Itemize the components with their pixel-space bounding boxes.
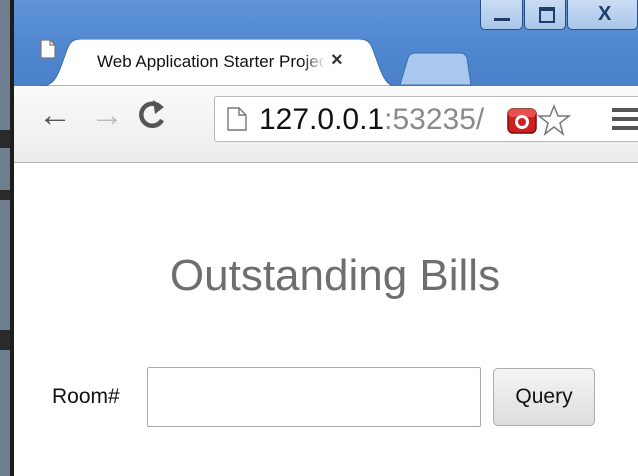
minimize-icon [494, 18, 510, 21]
desktop-edge [0, 0, 10, 476]
bookmark-star-icon[interactable] [537, 103, 571, 137]
room-input[interactable] [147, 367, 481, 427]
close-icon: X [598, 3, 612, 25]
new-tab-button[interactable] [396, 52, 472, 86]
url-text: 127.0.0.1:53235/ [259, 103, 485, 136]
page-icon [227, 107, 247, 131]
page-icon [40, 39, 56, 59]
room-label: Room# [52, 385, 120, 408]
reload-icon[interactable] [134, 96, 168, 134]
minimize-button[interactable] [480, 0, 523, 30]
close-window-button[interactable]: X [567, 0, 638, 30]
query-button[interactable]: Query [493, 368, 595, 426]
address-bar[interactable]: 127.0.0.1:53235/ [214, 96, 638, 142]
tab-close-icon[interactable]: × [331, 49, 343, 72]
title-bar: X Web Application Starter Project × [14, 0, 638, 86]
back-button[interactable]: ← [38, 98, 72, 132]
page-content: Outstanding Bills Room# Query [14, 163, 638, 476]
menu-icon[interactable] [612, 108, 638, 132]
browser-window: X Web Application Starter Project × ← → [14, 0, 638, 476]
extension-icon[interactable] [505, 103, 539, 135]
tab-title: Web Application Starter Project [97, 52, 323, 71]
forward-button[interactable]: → [90, 98, 124, 132]
browser-toolbar: ← → 127.0.0.1:53235/ [14, 86, 638, 163]
page-title: Outstanding Bills [169, 251, 501, 300]
maximize-icon [539, 7, 555, 23]
tab-active[interactable]: Web Application Starter Project × [40, 39, 396, 86]
maximize-button[interactable] [524, 0, 566, 30]
